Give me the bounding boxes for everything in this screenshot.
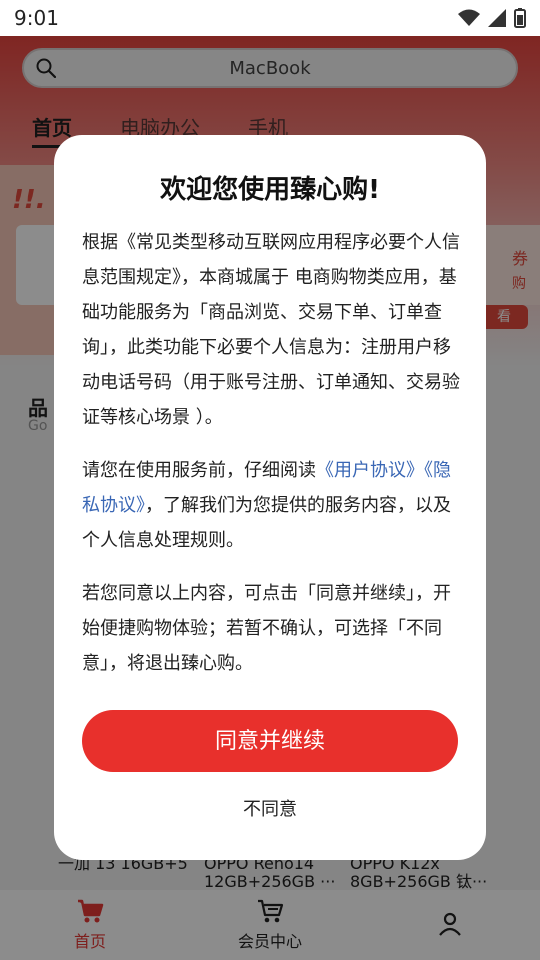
- status-time: 9:01: [14, 6, 59, 30]
- dialog-body: 根据《常见类型移动互联网应用程序必要个人信息范围规定》，本商城属于 电商购物类应…: [82, 225, 462, 699]
- dialog-paragraph-3: 若您同意以上内容，可点击「同意并继续」，开始便捷购物体验；若暂不确认，可选择「不…: [82, 583, 451, 674]
- user-agreement-link[interactable]: 《用户协议》: [316, 460, 424, 481]
- battery-icon: [514, 8, 526, 28]
- dialog-paragraph-2-prefix: 请您在使用服务前，仔细阅读: [82, 460, 316, 481]
- dialog-paragraph-1: 根据《常见类型移动互联网应用程序必要个人信息范围规定》，本商城属于 电商购物类应…: [82, 232, 460, 428]
- status-bar: 9:01: [0, 0, 540, 36]
- privacy-dialog: 欢迎您使用臻心购! 根据《常见类型移动互联网应用程序必要个人信息范围规定》，本商…: [54, 135, 486, 860]
- status-icons: [458, 8, 526, 28]
- dialog-paragraph-2: 请您在使用服务前，仔细阅读《用户协议》《隐私协议》，了解我们为您提供的服务内容，…: [82, 453, 462, 558]
- agree-continue-button[interactable]: 同意并继续: [82, 710, 458, 772]
- disagree-button[interactable]: 不同意: [54, 795, 486, 821]
- dialog-title: 欢迎您使用臻心购!: [160, 175, 380, 205]
- wifi-icon: [458, 9, 480, 26]
- signal-icon: [488, 9, 506, 27]
